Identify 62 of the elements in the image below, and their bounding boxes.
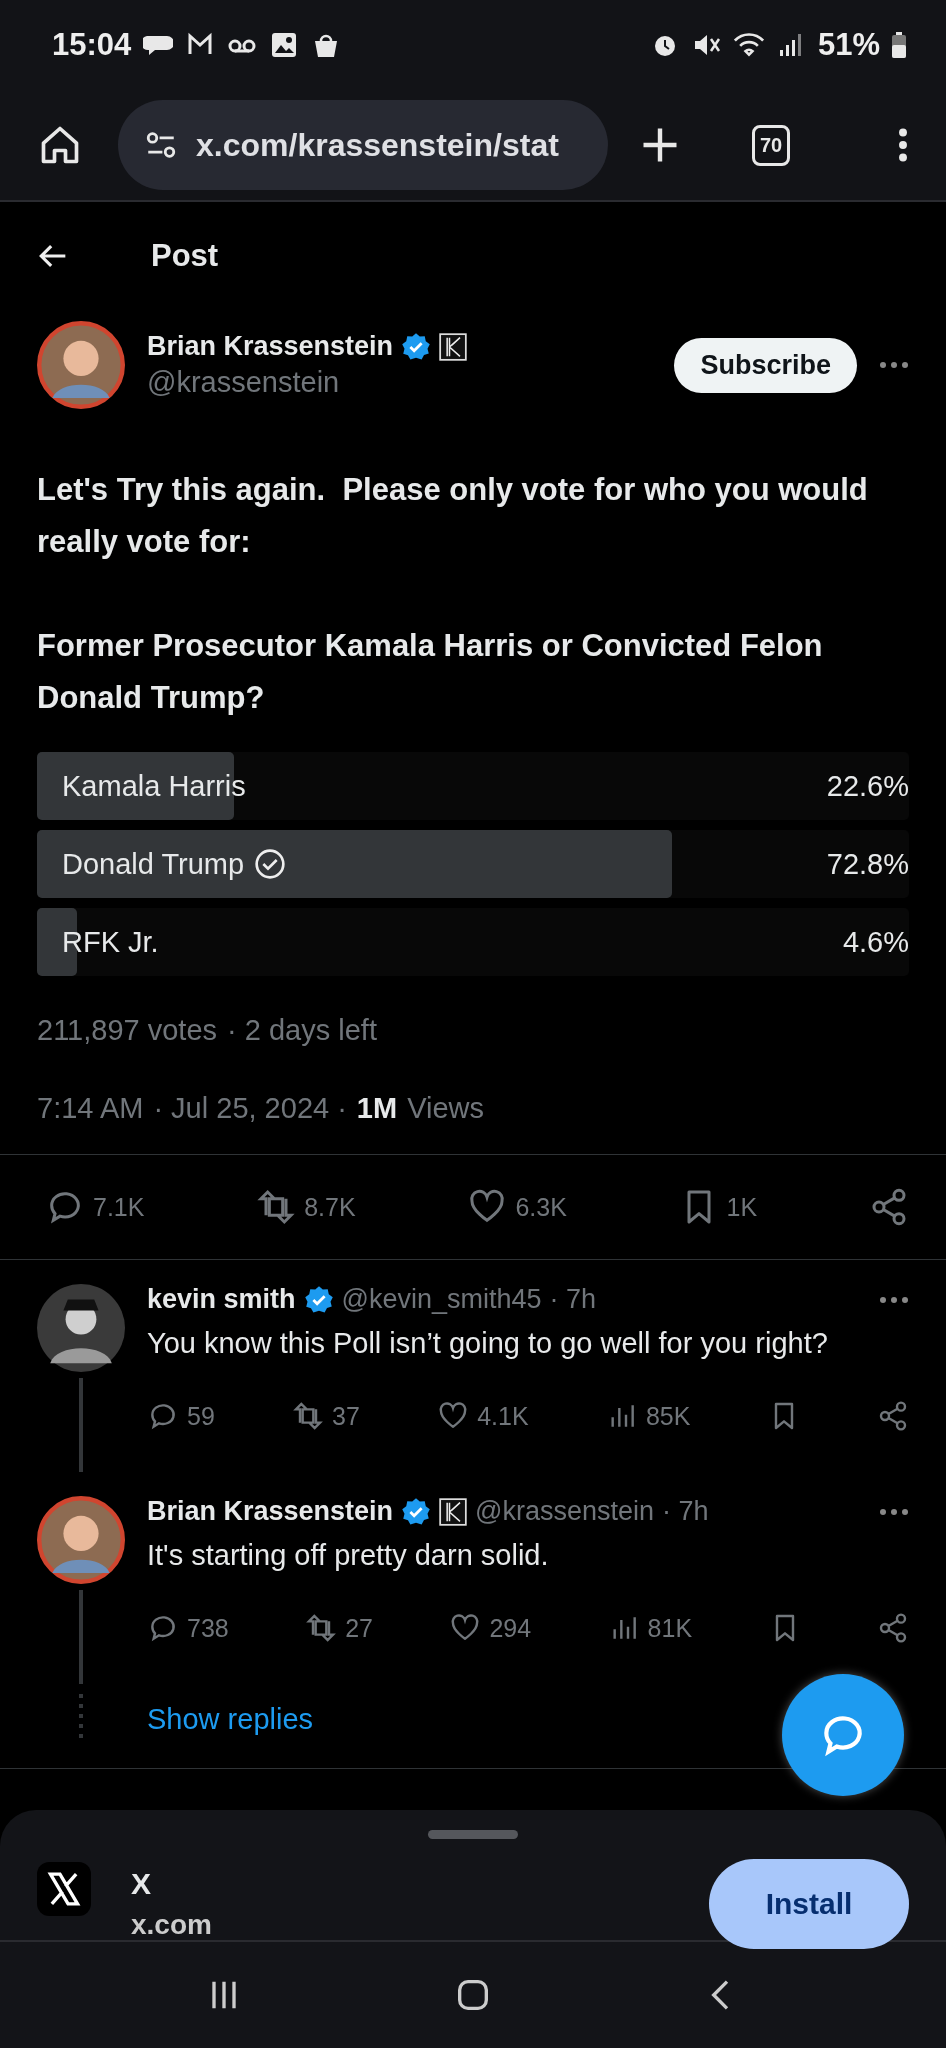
battery-icon	[892, 32, 906, 58]
repost-icon	[256, 1187, 297, 1227]
post-date: · Jul 25, 2024 ·	[153, 1091, 347, 1125]
page-title: Post	[151, 238, 219, 274]
action-count: 59	[187, 1401, 215, 1431]
app-name: X	[131, 1867, 152, 1901]
share-icon	[877, 1612, 909, 1644]
poll-percent: 72.8%	[826, 847, 909, 881]
action-count: 37	[332, 1401, 360, 1431]
app-domain: x.com	[131, 1909, 212, 1941]
author-name[interactable]: Brian Krassenstein	[147, 1496, 394, 1527]
post-text: Let's Try this again. Please only vote for who you would really vote for:	[37, 471, 869, 561]
poll-percent: 22.6%	[826, 769, 909, 803]
author-name[interactable]: kevin smith	[147, 1284, 296, 1315]
subscribe-button[interactable]: Subscribe	[674, 337, 857, 393]
author-name[interactable]: Brian Krassenstein	[147, 331, 394, 362]
tab-count[interactable]: 70	[752, 124, 791, 166]
action-count: 8.7K	[304, 1192, 356, 1222]
views-label: Views	[407, 1091, 484, 1125]
poll-option-label: RFK Jr.	[62, 925, 159, 959]
author-handle[interactable]: @krassenstein	[147, 366, 468, 399]
show-replies-link[interactable]: Show replies	[147, 1702, 314, 1736]
author-handle[interactable]: @kevin_smith45	[341, 1284, 542, 1315]
action-count: 6.3K	[515, 1192, 567, 1222]
action-count: 27	[345, 1613, 373, 1643]
repost-icon	[305, 1612, 338, 1644]
avatar-icon[interactable]	[37, 1284, 125, 1372]
compose-reply-button[interactable]	[782, 1674, 904, 1796]
action-count: 1K	[726, 1192, 758, 1222]
poll-option-label: Donald Trump	[62, 847, 245, 881]
action-count: 7.1K	[93, 1192, 145, 1222]
install-button[interactable]: Install	[709, 1859, 909, 1949]
status-time: 15:04	[52, 27, 132, 63]
post-time: 7:14 AM	[37, 1091, 144, 1125]
action-count: 294	[489, 1613, 532, 1643]
more-icon[interactable]	[879, 361, 909, 369]
author-handle[interactable]: @krassenstein	[475, 1496, 655, 1527]
views-count: 1M	[356, 1091, 398, 1125]
more-menu-icon[interactable]	[898, 128, 908, 162]
more-icon[interactable]	[879, 1295, 909, 1304]
reply-text: It's starting off pretty darn solid.	[147, 1539, 550, 1572]
post-age: · 7h	[662, 1496, 709, 1527]
poll-option-label: Kamala Harris	[62, 769, 246, 803]
action-count: 81K	[647, 1613, 693, 1643]
time-left: · 2 days left	[227, 1013, 377, 1047]
drag-handle[interactable]	[428, 1830, 518, 1839]
action-count: 738	[187, 1613, 229, 1643]
battery-percent: 51%	[817, 27, 880, 63]
action-count: 4.1K	[477, 1401, 529, 1431]
x-logo-icon	[37, 1862, 91, 1916]
url-text[interactable]: x.com/krassenstein/stat	[196, 126, 559, 164]
more-icon[interactable]	[879, 1507, 909, 1516]
address-bar[interactable]: x.com/krassenstein/stat	[118, 100, 608, 190]
poll-percent: 4.6%	[842, 925, 909, 959]
avatar-icon[interactable]	[37, 1496, 125, 1584]
vote-count: 211,897 votes	[37, 1013, 218, 1047]
post-age: · 7h	[549, 1284, 597, 1315]
repost-icon	[292, 1400, 325, 1432]
action-count: 85K	[645, 1401, 691, 1431]
reply-text: You know this Poll isn’t going to go well for you right?	[147, 1327, 829, 1360]
avatar-icon[interactable]	[37, 321, 125, 409]
post-text: Former Prosecutor Kamala Harris or Convicted Felon Donald Trump?	[37, 627, 824, 717]
